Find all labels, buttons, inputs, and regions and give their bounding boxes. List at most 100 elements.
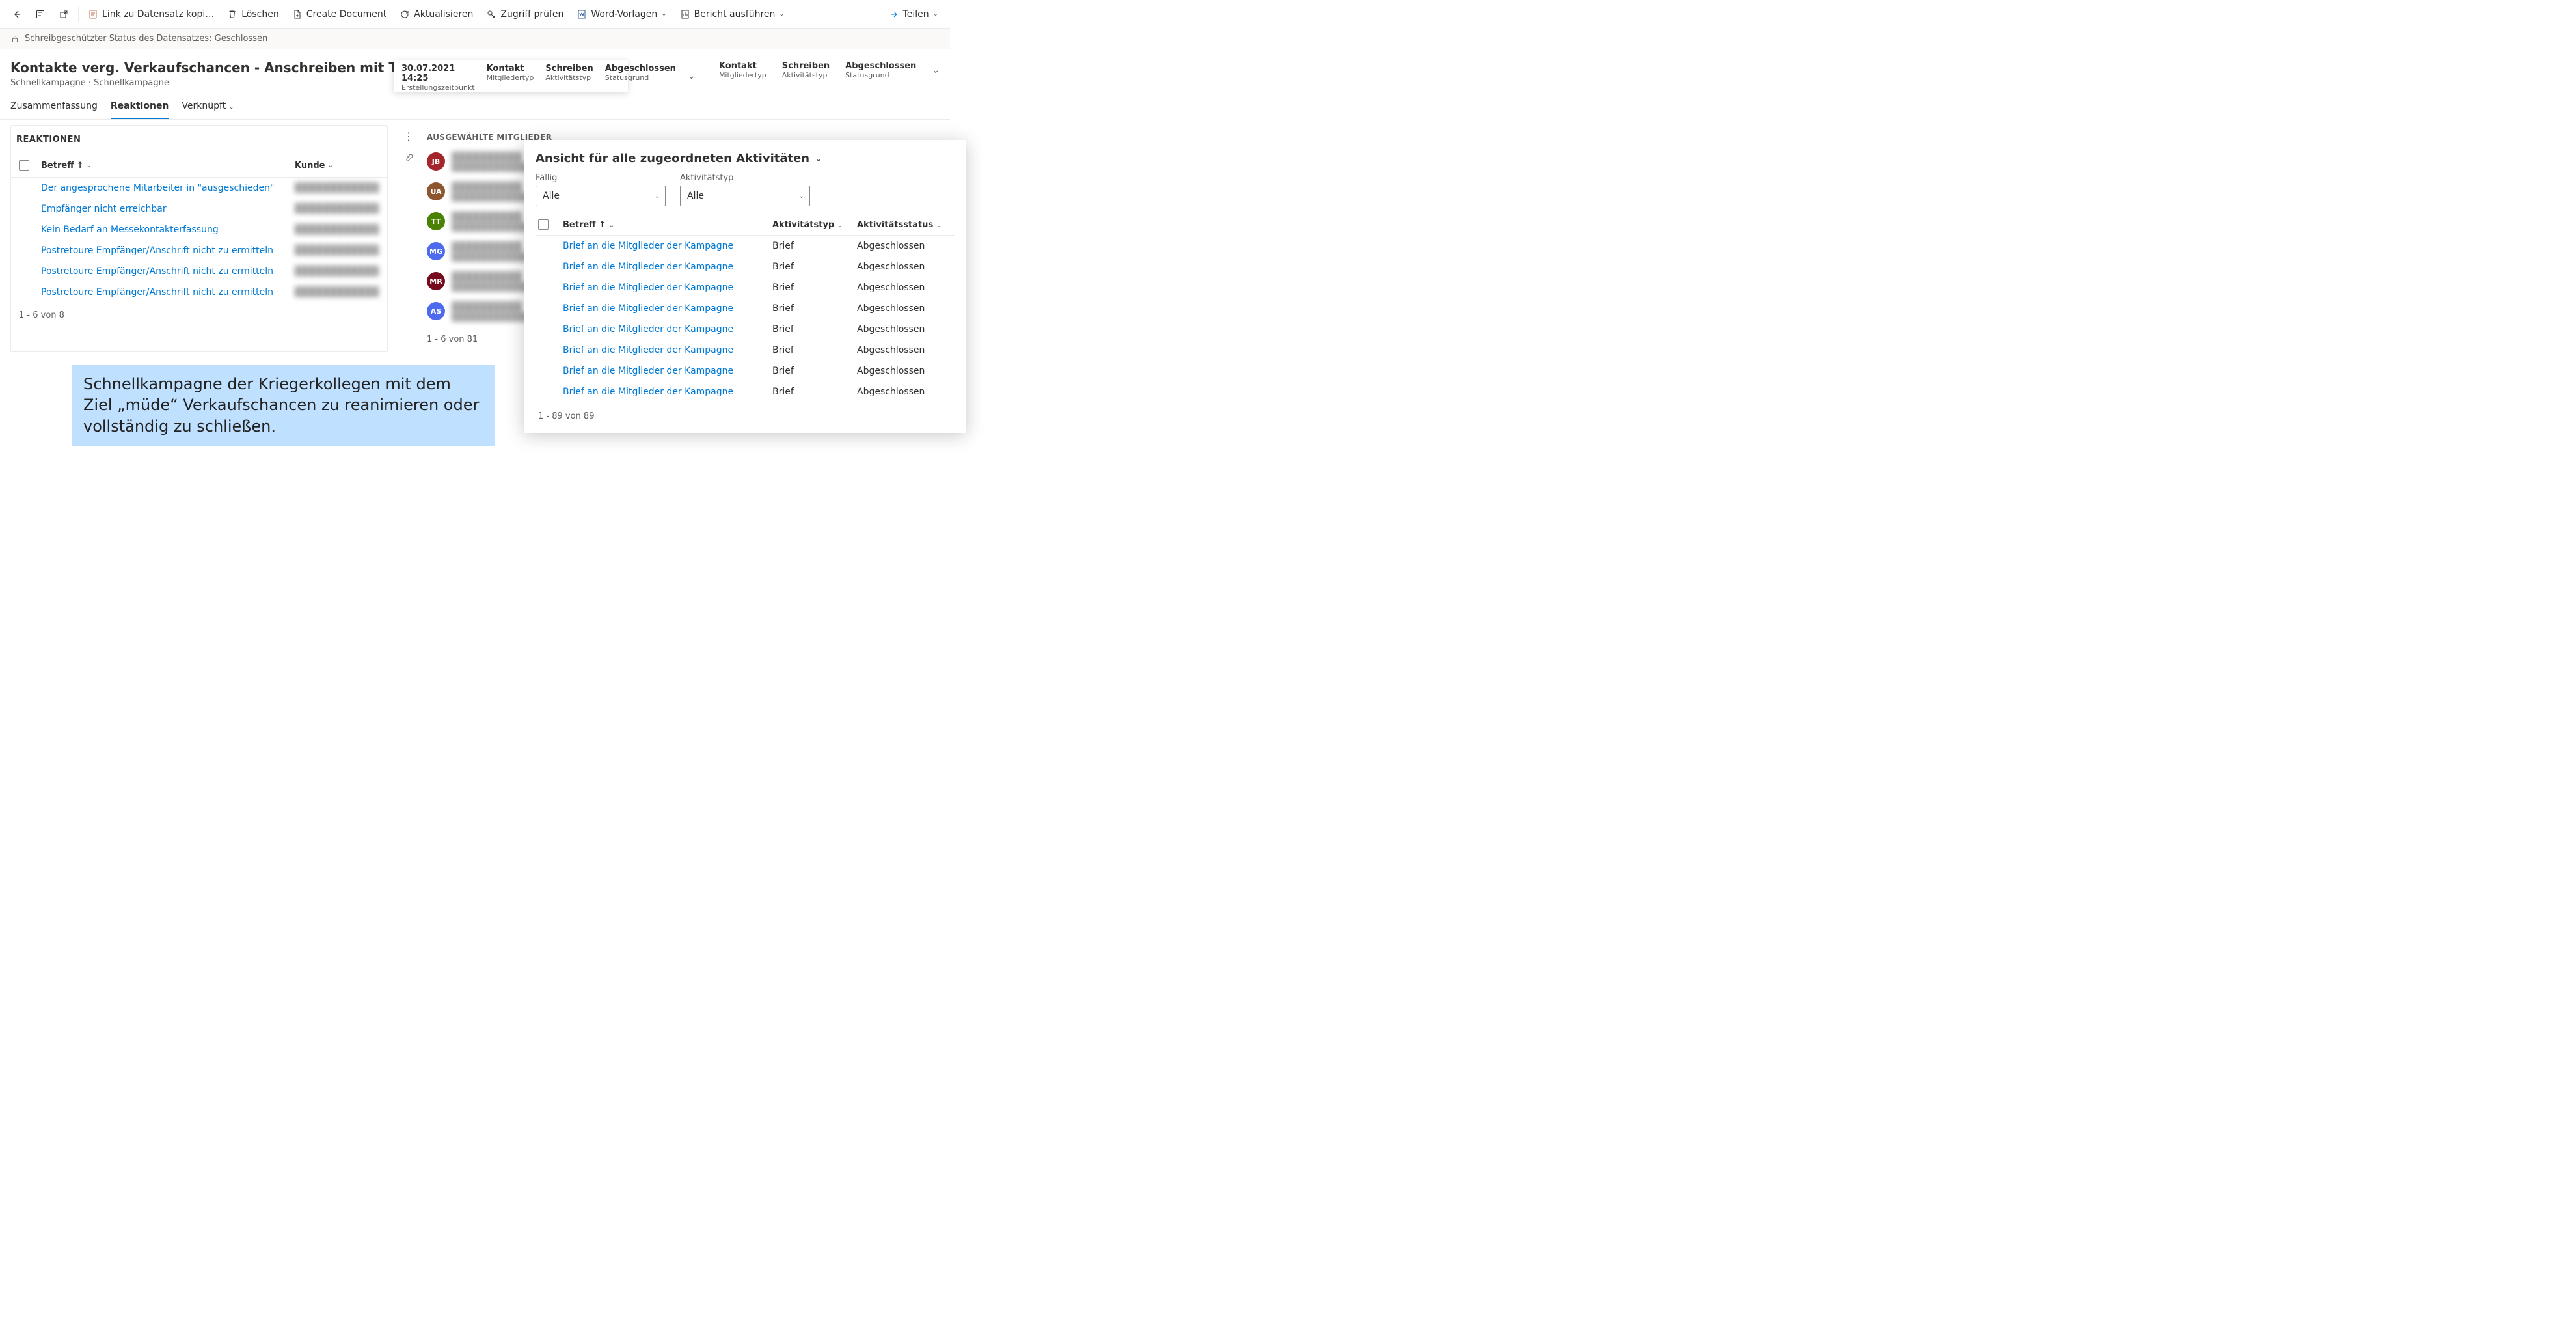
create-document-button[interactable]: Create Document (286, 0, 394, 29)
col-header-betreff[interactable]: Betreff ↑⌄ (41, 161, 295, 171)
activity-subject-link[interactable]: Brief an die Mitglieder der Kampagne (563, 241, 733, 251)
activity-status-cell: Abgeschlossen (857, 345, 952, 355)
delete-label: Löschen (241, 9, 278, 20)
meta-value: 30.07.2021 14:25 (401, 64, 475, 83)
reaction-subject-link[interactable]: Postretoure Empfänger/Anschrift nicht zu… (41, 245, 273, 256)
refresh-icon (400, 9, 410, 20)
table-row[interactable]: Kein Bedarf an Messekontakterfassung ███… (11, 219, 387, 240)
col-header-status[interactable]: Aktivitätsstatus ⌄ (857, 220, 952, 230)
customer-cell: ████████████ (295, 225, 379, 235)
activity-subject-link[interactable]: Brief an die Mitglieder der Kampagne (563, 303, 733, 314)
activities-title: Ansicht für alle zugeordneten Aktivitäte… (536, 152, 809, 165)
reactions-table-body: Der angesprochene Mitarbeiter in "ausges… (11, 178, 387, 303)
activities-pager: 1 - 89 von 89 (536, 402, 955, 424)
chevron-down-icon: ⌄ (661, 10, 666, 18)
activity-type-cell: Brief (772, 303, 857, 314)
customer-cell: ████████████ (295, 183, 379, 193)
activity-status-cell: Abgeschlossen (857, 366, 952, 376)
table-row[interactable]: Brief an die Mitglieder der Kampagne Bri… (536, 256, 955, 277)
reaction-subject-link[interactable]: Der angesprochene Mitarbeiter in "ausges… (41, 183, 274, 193)
activity-type-cell: Brief (772, 366, 857, 376)
table-row[interactable]: Empfänger nicht erreichbar ████████████ (11, 199, 387, 219)
copy-link-button[interactable]: Link zu Datensatz kopi… (81, 0, 221, 29)
floating-meta-strip: 30.07.2021 14:25Erstellungszeitpunkt Kon… (394, 60, 628, 92)
activity-subject-link[interactable]: Brief an die Mitglieder der Kampagne (563, 324, 733, 335)
popout-icon (59, 9, 69, 20)
separator (78, 7, 79, 22)
reading-pane-button[interactable] (29, 0, 52, 29)
refresh-button[interactable]: Aktualisieren (393, 0, 480, 29)
tab-related[interactable]: Verknüpft⌄ (182, 96, 234, 119)
table-row[interactable]: Brief an die Mitglieder der Kampagne Bri… (536, 236, 955, 256)
activity-type-cell: Brief (772, 345, 857, 355)
filter-type-select[interactable]: Alle ⌄ (680, 186, 810, 206)
meta-label: Mitgliedertyp (487, 74, 534, 82)
chevron-down-icon: ⌄ (655, 193, 660, 200)
chevron-down-icon: ⌄ (327, 162, 332, 169)
annotation-note: Schnellkampagne der Kriegerkollegen mit … (72, 365, 495, 446)
filter-due-select[interactable]: Alle ⌄ (536, 186, 666, 206)
attachment-icon[interactable] (404, 154, 413, 163)
activity-status-cell: Abgeschlossen (857, 282, 952, 293)
tab-reactions[interactable]: Reaktionen (111, 96, 169, 119)
check-access-button[interactable]: Zugriff prüfen (480, 0, 570, 29)
col-header-betreff[interactable]: Betreff ↑ ⌄ (558, 220, 772, 230)
reaction-subject-link[interactable]: Empfänger nicht erreichbar (41, 204, 167, 214)
more-icon[interactable]: ⋮ (403, 131, 414, 142)
chevron-down-icon: ⌄ (933, 10, 938, 18)
meta-label: Erstellungszeitpunkt (401, 83, 475, 92)
table-row[interactable]: Postretoure Empfänger/Anschrift nicht zu… (11, 261, 387, 282)
create-document-label: Create Document (306, 9, 387, 20)
chevron-down-icon[interactable]: ⌄ (815, 154, 822, 164)
filter-due-label: Fällig (536, 173, 666, 183)
back-button[interactable] (5, 0, 29, 29)
filter-type: Aktivitätstyp Alle ⌄ (680, 173, 810, 206)
activity-status-cell: Abgeschlossen (857, 303, 952, 314)
reaction-subject-link[interactable]: Kein Bedarf an Messekontakterfassung (41, 225, 219, 235)
activities-panel: Ansicht für alle zugeordneten Aktivitäte… (524, 140, 966, 433)
activity-type-cell: Brief (772, 324, 857, 335)
select-all-checkbox[interactable] (538, 219, 549, 230)
share-label: Teilen (903, 9, 929, 20)
table-row[interactable]: Brief an die Mitglieder der Kampagne Bri… (536, 298, 955, 319)
chevron-down-icon[interactable]: ⌄ (688, 71, 696, 81)
col-header-type[interactable]: Aktivitätstyp ⌄ (772, 220, 857, 230)
table-row[interactable]: Postretoure Empfänger/Anschrift nicht zu… (11, 240, 387, 261)
customer-cell: ████████████ (295, 266, 379, 277)
table-row[interactable]: Brief an die Mitglieder der Kampagne Bri… (536, 361, 955, 381)
tab-summary[interactable]: Zusammenfassung (10, 96, 98, 119)
chevron-down-icon: ⌄ (799, 193, 804, 200)
customer-cell: ████████████ (295, 245, 379, 256)
delete-button[interactable]: Löschen (221, 0, 285, 29)
table-row[interactable]: Brief an die Mitglieder der Kampagne Bri… (536, 340, 955, 361)
meta-value: Schreiben (545, 64, 593, 74)
chevron-down-icon[interactable]: ⌄ (932, 65, 940, 76)
table-row[interactable]: Brief an die Mitglieder der Kampagne Bri… (536, 319, 955, 340)
command-bar: Link zu Datensatz kopi… Löschen Create D… (0, 0, 950, 29)
avatar: JB (427, 152, 445, 171)
select-all-checkbox[interactable] (19, 160, 29, 171)
table-row[interactable]: Brief an die Mitglieder der Kampagne Bri… (536, 381, 955, 402)
table-row[interactable]: Postretoure Empfänger/Anschrift nicht zu… (11, 282, 387, 303)
table-row[interactable]: Der angesprochene Mitarbeiter in "ausges… (11, 178, 387, 199)
refresh-label: Aktualisieren (414, 9, 473, 20)
col-header-kunde[interactable]: Kunde ⌄ (295, 161, 333, 171)
activity-subject-link[interactable]: Brief an die Mitglieder der Kampagne (563, 345, 733, 355)
popout-button[interactable] (52, 0, 75, 29)
share-icon (889, 9, 899, 20)
meta-label: Statusgrund (605, 74, 676, 82)
share-button[interactable]: Teilen ⌄ (882, 0, 945, 29)
activity-subject-link[interactable]: Brief an die Mitglieder der Kampagne (563, 262, 733, 272)
table-row[interactable]: Brief an die Mitglieder der Kampagne Bri… (536, 277, 955, 298)
meta-label: Mitgliedertyp (719, 71, 766, 79)
activity-subject-link[interactable]: Brief an die Mitglieder der Kampagne (563, 387, 733, 397)
activity-type-cell: Brief (772, 241, 857, 251)
run-report-button[interactable]: Bericht ausführen ⌄ (673, 0, 791, 29)
new-document-icon (292, 9, 303, 20)
word-templates-button[interactable]: Word-Vorlagen ⌄ (570, 0, 673, 29)
reaction-subject-link[interactable]: Postretoure Empfänger/Anschrift nicht zu… (41, 266, 273, 277)
activity-subject-link[interactable]: Brief an die Mitglieder der Kampagne (563, 366, 733, 376)
activity-subject-link[interactable]: Brief an die Mitglieder der Kampagne (563, 282, 733, 293)
reaction-subject-link[interactable]: Postretoure Empfänger/Anschrift nicht zu… (41, 287, 273, 297)
trash-icon (227, 9, 237, 20)
